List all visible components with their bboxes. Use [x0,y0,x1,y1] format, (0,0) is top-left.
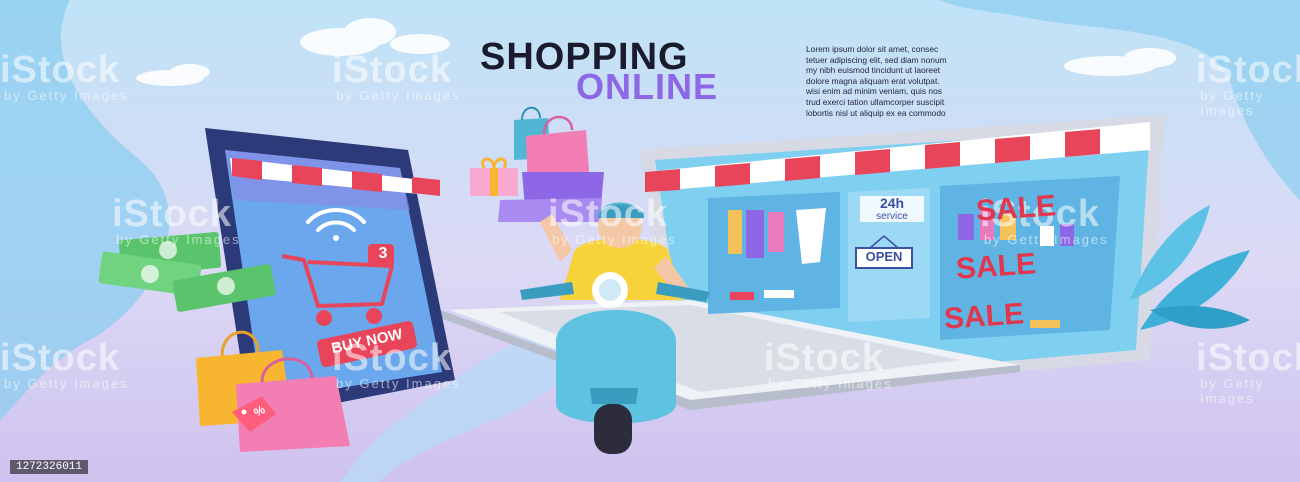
shopping-online-illustration: iStock by Getty Images iStock by Getty Ima… [0,0,1300,482]
body-text-line: lobortis nisl ut aliquip ex ea commodo [806,107,946,118]
image-id-label: 1272326011 [10,460,89,474]
banner-body-text: Lorem ipsum dolor sit amet, consec tetue… [806,44,996,118]
gift-box-icon [470,157,518,196]
service-24h-label: 24h service [860,196,924,224]
cloud-icon [300,18,450,56]
cart-badge-count: 3 [378,245,388,262]
banner-title-online: ONLINE [576,66,719,107]
cloud-icon [1064,48,1176,76]
body-text-line: my nibh euismod tincidunt ut laoreet [806,65,941,76]
sale-label: SALE [954,247,1038,286]
service-24h-number: 24h [879,195,905,211]
body-text-line: trud exerci tation ullamcorper suscipit [806,96,945,107]
open-sign: OPEN [865,249,903,264]
body-text-line: dolore magna aliquam erat volutpat. [806,75,940,86]
body-text-line: wisi enim ad minim veniam, quis nos [806,86,942,97]
body-text-line: tetuer adipiscing elit, sed diam nonum [806,54,947,65]
sale-label: SALE [942,297,1026,336]
body-text-line: Lorem ipsum dolor sit amet, consec [806,44,939,54]
service-24h-word: service [876,211,908,222]
cloud-icon [136,64,210,86]
sale-label: SALE [974,189,1058,228]
background-blob-left [0,0,170,420]
